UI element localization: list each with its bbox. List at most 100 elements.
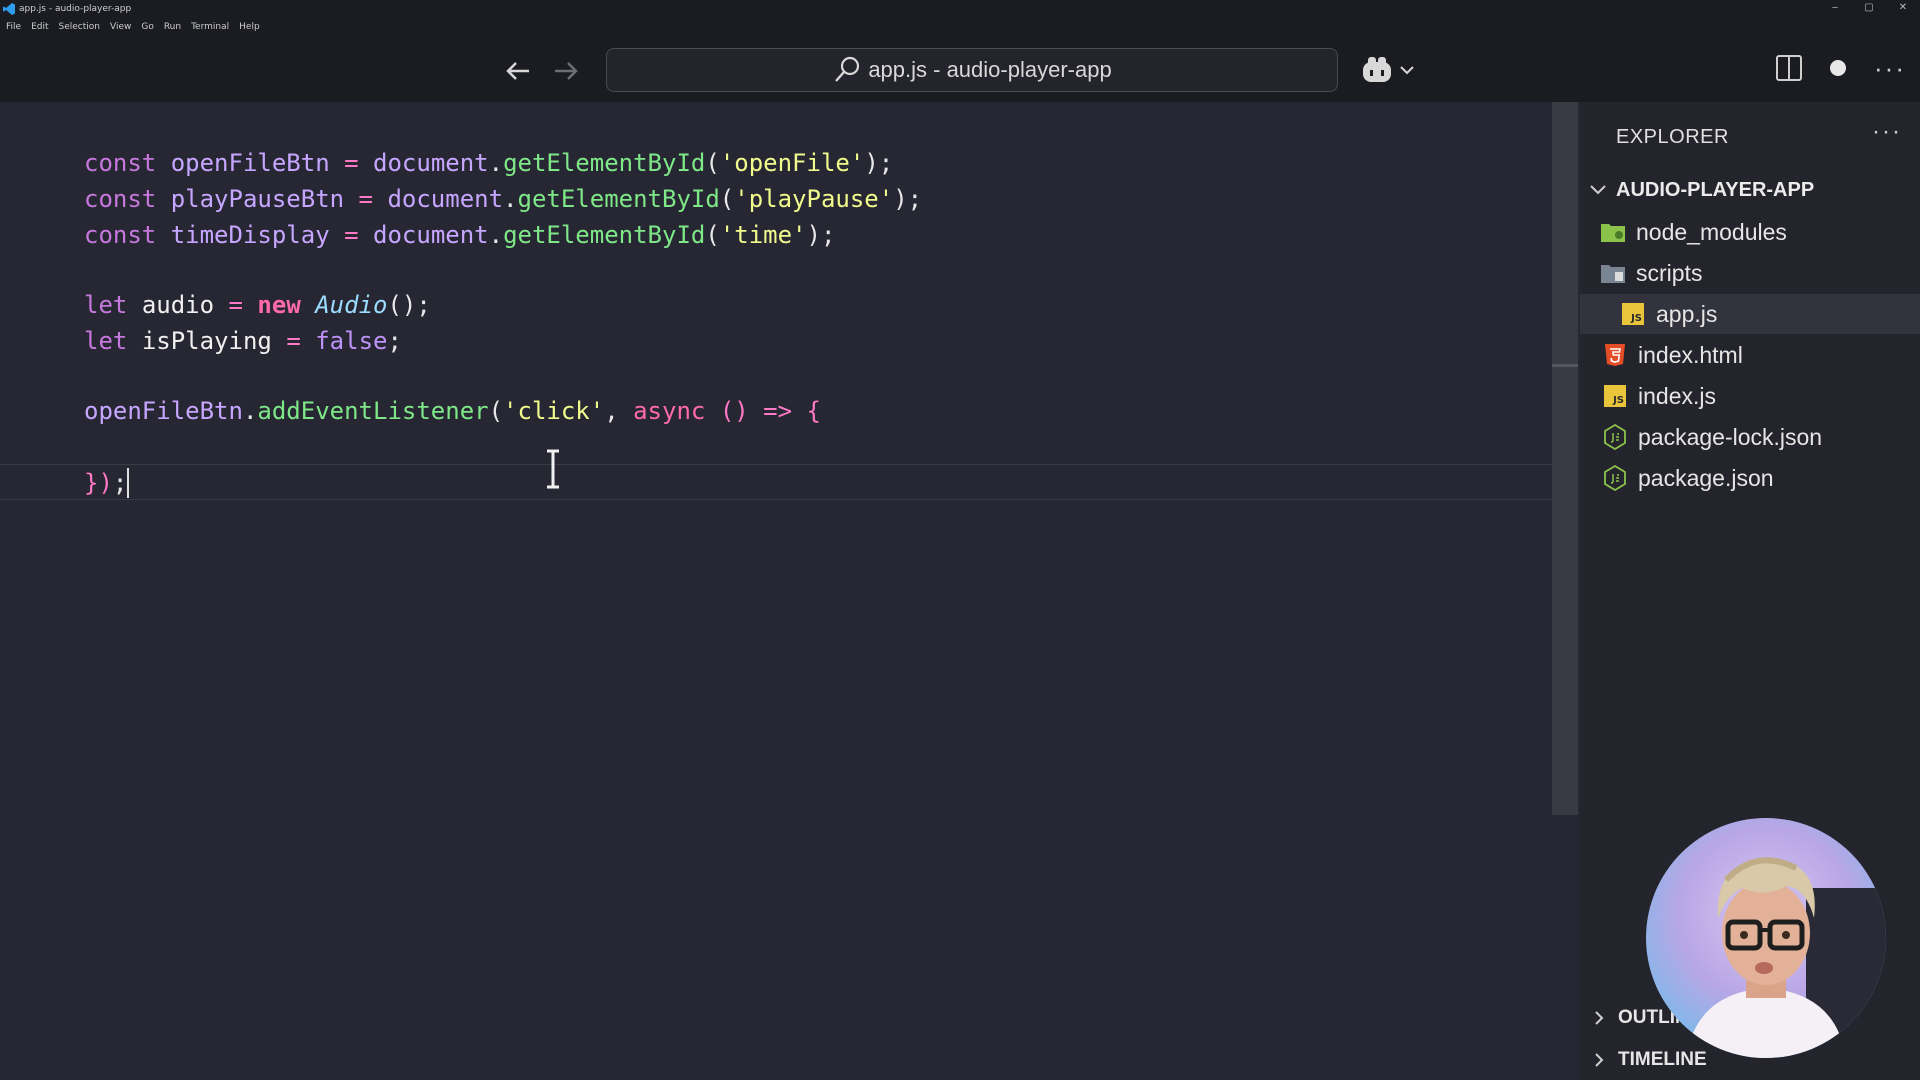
code-token: let [84,291,128,319]
webcam-overlay [1646,818,1886,1058]
code-token: document [373,149,489,177]
tree-item-label: app.js [1656,300,1718,327]
code-token: timeDisplay [170,221,330,249]
code-token: getElementById [517,185,720,213]
tree-item-label: scripts [1636,259,1703,286]
timeline-label: TIMELINE [1618,1049,1707,1070]
code-token: . [242,397,258,425]
maximize-button[interactable]: ▢ [1852,0,1886,18]
code-token: . [488,221,504,249]
code-token: = [344,149,359,177]
code-line-10: }); [84,466,127,500]
code-token: 'playPause' [734,185,894,213]
vscode-logo-icon [3,3,15,15]
code-token: async [633,397,706,425]
menu-bar: File Edit Selection View Go Run Terminal… [0,18,1920,35]
code-token: document [387,185,504,213]
code-token: const [84,149,157,177]
code-token: = [344,221,359,249]
code-token: }) [84,469,113,497]
menu-selection[interactable]: Selection [59,22,100,32]
code-token: 'openFile' [719,149,865,177]
chevron-down-icon [1400,66,1414,75]
code-token: ; [112,469,128,497]
split-layout-icon[interactable] [1776,55,1803,81]
code-token: ( [719,185,735,213]
tree-item-label: index.js [1638,382,1716,409]
code-token: getElementById [503,149,706,177]
code-token: Audio [315,291,388,319]
command-center-search[interactable]: app.js - audio-player-app [606,48,1338,92]
code-token: 'click' [503,397,605,425]
code-token: playPauseBtn [170,185,345,213]
presenter-image [1646,818,1886,1058]
code-token: ( [705,221,720,249]
more-actions-icon[interactable]: ··· [1874,55,1906,81]
code-editor[interactable]: const openFileBtn = document.getElementB… [0,102,1552,1080]
nodejs-file-icon [1602,465,1628,491]
explorer-more-icon[interactable]: ··· [1872,118,1902,146]
window-controls: – ▢ ✕ [1818,0,1920,18]
tree-item-package-lock-json[interactable]: package-lock.json [1580,417,1920,457]
code-token: document [373,221,489,249]
chevron-right-icon [1595,1053,1604,1067]
window-title-bar: app.js - audio-player-app – ▢ ✕ [0,0,1920,18]
code-token: . [503,185,518,213]
code-token: = [286,327,301,355]
code-line-5: let audio = new Audio(); [84,288,431,322]
tree-item-label: package.json [1638,464,1774,491]
tree-item-package-json[interactable]: package.json [1580,458,1920,498]
tree-item-label: node_modules [1636,218,1787,245]
code-token: () [719,397,749,425]
menu-run[interactable]: Run [164,22,181,32]
text-caret [127,468,129,498]
chevron-right-icon [1595,1011,1604,1025]
nodejs-file-icon [1602,424,1628,450]
explorer-header: EXPLORER [1616,126,1729,148]
menu-go[interactable]: Go [141,22,153,32]
code-token: => [763,397,793,425]
menu-view[interactable]: View [110,22,131,32]
menu-help[interactable]: Help [239,22,260,32]
menu-file[interactable]: File [6,22,21,32]
html5-file-icon [1602,342,1628,368]
command-center-label: app.js - audio-player-app [868,57,1112,82]
code-token: ); [893,185,923,213]
tree-item-node-modules[interactable]: node_modules [1580,212,1920,252]
search-icon [835,56,860,82]
menu-edit[interactable]: Edit [31,22,48,32]
copilot-icon [1363,57,1391,82]
editor-scrollbar[interactable] [1552,102,1578,815]
ibeam-cursor-icon [547,449,559,489]
back-arrow-icon[interactable] [503,56,533,86]
close-button[interactable]: ✕ [1886,0,1920,18]
menu-terminal[interactable]: Terminal [191,22,229,32]
code-token: (); [387,291,431,319]
tree-item-app-js[interactable]: JS app.js [1580,294,1920,334]
scrollbar-marker [1552,364,1578,367]
code-token: . [488,149,504,177]
minimize-button[interactable]: – [1818,0,1852,18]
tree-item-index-js[interactable]: JS index.js [1580,376,1920,416]
code-token: false [315,327,388,355]
forward-arrow-icon[interactable] [551,56,581,86]
copilot-button[interactable] [1360,53,1416,87]
code-token: = [228,291,243,319]
workspace-root-label: AUDIO-PLAYER-APP [1616,178,1815,201]
code-token: openFileBtn [170,149,330,177]
code-line-1: const openFileBtn = document.getElementB… [84,146,893,180]
tree-item-index-html[interactable]: index.html [1580,335,1920,375]
workspace-root-folder[interactable]: AUDIO-PLAYER-APP [1580,172,1920,208]
code-line-3: const timeDisplay = document.getElementB… [84,218,835,252]
toolbar-right: ··· [1748,55,1906,81]
chevron-down-icon [1590,185,1606,195]
code-token: 'time' [719,221,807,249]
code-token: const [84,221,157,249]
tree-item-scripts[interactable]: scripts [1580,253,1920,293]
node-folder-icon [1600,219,1626,245]
unsaved-dot-icon[interactable] [1830,60,1847,76]
js-file-icon: JS [1620,301,1646,327]
code-token: isPlaying [141,327,272,355]
code-token: ( [488,397,504,425]
js-badge: JS [1622,303,1644,325]
